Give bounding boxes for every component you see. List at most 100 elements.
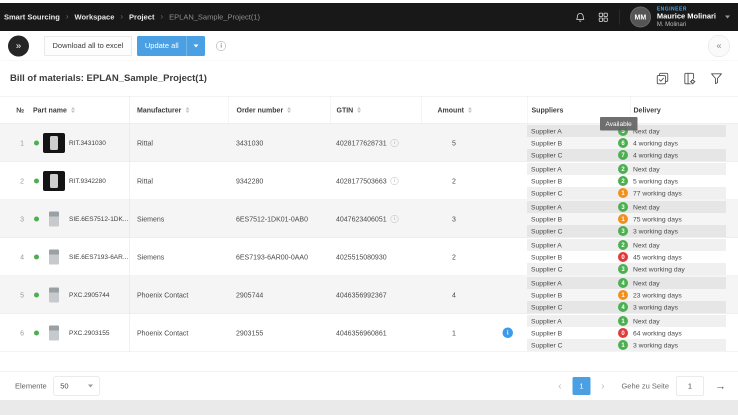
stock-badge[interactable]: 3	[618, 264, 628, 274]
stock-badge[interactable]: 1	[618, 214, 628, 224]
stock-badge[interactable]: 1	[618, 188, 628, 198]
user-menu[interactable]: ENGINEER Maurice Molinari M. Molinari	[657, 6, 716, 27]
copy-selection-icon[interactable]	[655, 71, 670, 86]
stock-badge[interactable]: 3	[618, 226, 628, 236]
stock-badge[interactable]: 1	[618, 340, 628, 350]
sort-icon[interactable]	[468, 107, 472, 113]
table-row[interactable]: 4 SIE.6ES7193-6AR... Siemens 6ES7193-6AR…	[0, 238, 738, 276]
part-name: RIT.3431030	[69, 139, 106, 147]
page-size-select[interactable]: 50	[54, 377, 100, 396]
breadcrumb-project[interactable]: Project	[129, 13, 154, 22]
supplier-delivery-cell: Supplier A 2 Next day Supplier B 2 5 wor…	[527, 162, 738, 200]
supplier-line: Supplier B 6 4 working days	[527, 137, 726, 149]
supplier-line: Supplier B 2 5 working days	[527, 175, 726, 187]
current-page-button[interactable]: 1	[572, 377, 590, 395]
sort-icon[interactable]	[357, 107, 361, 113]
supplier-name: Supplier C	[527, 341, 563, 349]
stock-badge[interactable]: 2	[618, 240, 628, 250]
column-header-part-name[interactable]: Part name	[30, 97, 130, 124]
filter-funnel-icon[interactable]	[709, 71, 724, 86]
column-header-order-number[interactable]: Order number	[228, 97, 330, 124]
gtin-cell: 4046356992367 i	[330, 276, 421, 314]
gtin-info-icon[interactable]: i	[391, 177, 399, 185]
supplier-delivery-cell: Supplier A 2 Next day Supplier B 0 45 wo…	[527, 238, 738, 276]
status-dot-icon	[34, 330, 39, 335]
table-row[interactable]: 3 SIE.6ES7512-1DK... Siemens 6ES7512-1DK…	[0, 200, 738, 238]
column-header-amount[interactable]: Amount	[421, 97, 527, 124]
delivery-time: 3 working days	[633, 341, 678, 349]
stock-badge[interactable]: 0	[618, 328, 628, 338]
toolbar-info-icon[interactable]: i	[216, 41, 226, 51]
sort-icon[interactable]	[185, 107, 189, 113]
download-excel-button[interactable]: Download all to excel	[44, 36, 132, 56]
stock-badge[interactable]: 0	[618, 252, 628, 262]
sort-icon[interactable]	[71, 107, 75, 113]
table-row[interactable]: 6 PXC.2903155 Phoenix Contact 2903155 40…	[0, 314, 738, 352]
breadcrumb: Smart Sourcing › Workspace › Project › E…	[4, 13, 260, 22]
supplier-name: Supplier C	[527, 265, 563, 273]
table-settings-icon[interactable]	[682, 71, 697, 86]
supplier-line: Supplier C 3 Next working day	[527, 263, 726, 275]
next-page-button[interactable]: ›	[597, 380, 608, 392]
gtin-info-icon[interactable]: i	[391, 215, 399, 223]
part-thumbnail[interactable]	[43, 247, 65, 267]
expand-sidebar-button[interactable]: »	[8, 35, 29, 56]
column-header-no: №	[0, 97, 30, 124]
delivery-time: Next day	[633, 317, 660, 325]
column-header-gtin[interactable]: GTIN	[330, 97, 421, 124]
breadcrumb-workspace[interactable]: Workspace	[75, 13, 115, 22]
supplier-line: Supplier C 1 3 working days	[527, 339, 726, 351]
part-thumbnail[interactable]	[43, 323, 65, 343]
stock-badge[interactable]: 7	[618, 150, 628, 160]
notifications-bell-icon[interactable]	[574, 11, 586, 23]
gtin-cell: 4028177628731 i	[330, 124, 421, 162]
topbar-divider	[619, 10, 620, 25]
order-number-cell: 2905744	[228, 276, 330, 314]
breadcrumb-separator-icon: ›	[66, 13, 69, 22]
sort-icon[interactable]	[287, 107, 291, 113]
supplier-line: Supplier C 3 3 working days	[527, 225, 726, 237]
goto-page-arrow-icon[interactable]: →	[715, 380, 726, 393]
stock-badge[interactable]: 3	[618, 202, 628, 212]
part-thumbnail[interactable]	[43, 285, 65, 305]
supplier-name: Supplier A	[527, 127, 562, 135]
user-avatar[interactable]: MM	[630, 7, 651, 28]
table-row[interactable]: 5 PXC.2905744 Phoenix Contact 2905744 40…	[0, 276, 738, 314]
part-thumbnail[interactable]	[43, 171, 65, 191]
user-name: Maurice Molinari	[657, 12, 716, 20]
breadcrumb-current-project: EPLAN_Sample_Project(1)	[169, 13, 260, 22]
user-menu-chevron-down-icon[interactable]	[725, 16, 730, 19]
supplier-name: Supplier A	[527, 279, 562, 287]
gtin-cell: 4025515080930 i	[330, 238, 421, 276]
breadcrumb-smart-sourcing[interactable]: Smart Sourcing	[4, 13, 60, 22]
part-thumbnail[interactable]	[43, 133, 65, 153]
app-grid-icon[interactable]	[597, 11, 609, 23]
delivery-time: 5 working days	[633, 177, 678, 185]
stock-badge[interactable]: 4	[618, 278, 628, 288]
table-row[interactable]: 2 RIT.9342280 Rittal 9342280 40281775036…	[0, 162, 738, 200]
stock-badge[interactable]: 4	[618, 302, 628, 312]
order-number-cell: 6ES7193-6AR00-0AA0	[228, 238, 330, 276]
stock-badge[interactable]: 1	[618, 316, 628, 326]
stock-badge[interactable]: 6	[618, 138, 628, 148]
status-dot-icon	[34, 216, 39, 221]
title-row: Bill of materials: EPLAN_Sample_Project(…	[0, 61, 738, 96]
stock-badge[interactable]: 1	[618, 290, 628, 300]
part-image-shape	[49, 211, 59, 226]
page-title: Bill of materials: EPLAN_Sample_Project(…	[10, 73, 207, 84]
part-thumbnail[interactable]	[43, 209, 65, 229]
gtin-info-icon[interactable]: i	[391, 139, 399, 147]
previous-page-button[interactable]: ‹	[554, 380, 565, 392]
column-header-manufacturer[interactable]: Manufacturer	[130, 97, 228, 124]
update-all-button[interactable]: Update all	[137, 36, 205, 56]
supplier-line: Supplier A 4 Next day	[527, 277, 726, 289]
goto-page-input[interactable]	[676, 377, 704, 396]
stock-badge[interactable]: 2	[618, 164, 628, 174]
update-all-dropdown-chevron-icon[interactable]	[187, 36, 205, 56]
amount-info-icon[interactable]: i	[503, 328, 514, 339]
availability-tooltip: Available	[600, 117, 637, 131]
panel-spacer	[0, 352, 738, 371]
collapse-panel-button[interactable]: «	[708, 35, 730, 57]
stock-badge[interactable]: 2	[618, 176, 628, 186]
update-all-label: Update all	[137, 36, 187, 56]
